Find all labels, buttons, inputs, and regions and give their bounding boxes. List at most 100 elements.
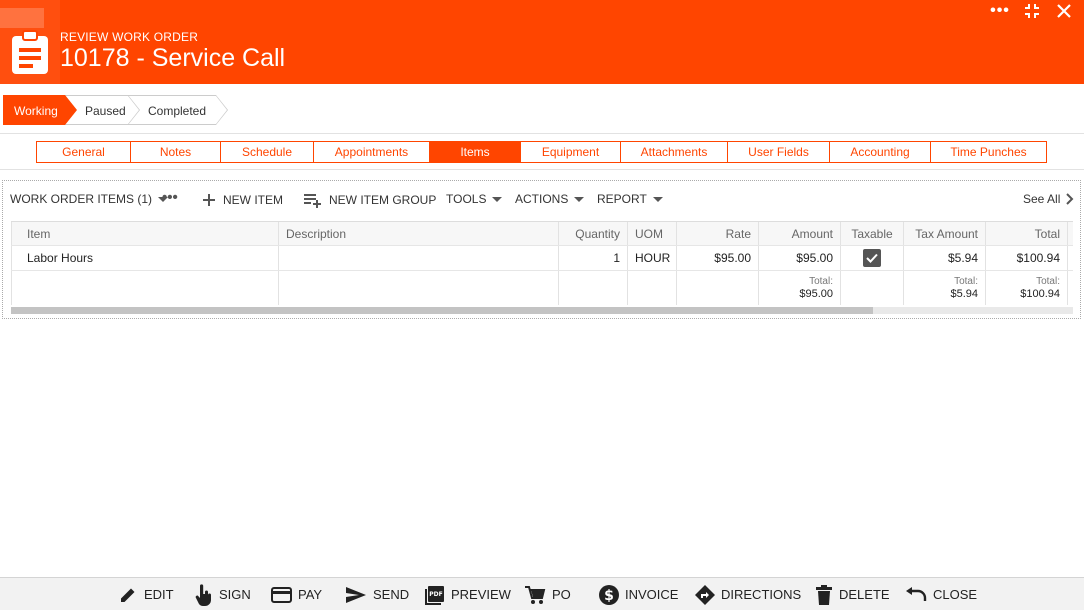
horizontal-scrollbar[interactable] xyxy=(11,307,1073,314)
table-row[interactable]: Labor Hours 1 HOUR $95.00 $95.00 $5.94 $… xyxy=(11,246,1073,271)
tools-dropdown[interactable]: TOOLS xyxy=(446,192,503,206)
col-tax-amount[interactable]: Tax Amount xyxy=(903,222,985,245)
directions-icon xyxy=(695,584,715,605)
tab-general[interactable]: General xyxy=(37,142,130,162)
tools-label: TOOLS xyxy=(446,192,487,206)
send-button[interactable]: SEND xyxy=(345,578,409,611)
col-rate[interactable]: Rate xyxy=(676,222,758,245)
shrink-icon[interactable] xyxy=(1018,0,1046,22)
col-item[interactable]: Item xyxy=(11,222,278,245)
pay-button[interactable]: PAY xyxy=(271,578,322,611)
totals-empty xyxy=(11,271,278,305)
trash-icon xyxy=(816,584,832,605)
svg-text:PDF: PDF xyxy=(429,591,442,598)
new-item-label: NEW ITEM xyxy=(223,193,283,207)
cell-rate: $95.00 xyxy=(676,246,758,270)
see-all-link[interactable]: See All xyxy=(1023,192,1074,206)
chevron-right-icon xyxy=(1066,193,1074,205)
col-taxable[interactable]: Taxable xyxy=(840,222,903,245)
clipboard-icon xyxy=(12,30,48,74)
scrollbar-thumb[interactable] xyxy=(11,307,873,314)
edit-label: EDIT xyxy=(144,587,174,602)
tab-attachments[interactable]: Attachments xyxy=(620,142,727,162)
close-button[interactable]: CLOSE xyxy=(905,578,977,611)
plus-icon xyxy=(203,194,215,206)
col-total[interactable]: Total xyxy=(985,222,1068,245)
total-label: Total: xyxy=(954,276,978,287)
cell-amount: $95.00 xyxy=(758,246,840,270)
dollar-icon: $ xyxy=(599,584,619,605)
new-item-button[interactable]: NEW ITEM xyxy=(201,192,283,208)
po-button[interactable]: PO xyxy=(524,578,571,611)
items-table: Item Description Quantity UOM Rate Amoun… xyxy=(11,221,1073,305)
cell-uom: HOUR xyxy=(627,246,676,270)
cell-description xyxy=(278,246,558,270)
delete-button[interactable]: DELETE xyxy=(815,578,890,611)
sign-button[interactable]: SIGN xyxy=(195,578,251,611)
col-uom[interactable]: UOM xyxy=(627,222,676,245)
hand-pointer-icon xyxy=(195,583,211,606)
totals-empty xyxy=(676,271,758,305)
close-icon[interactable] xyxy=(1050,0,1078,22)
total-total-value: $100.94 xyxy=(1020,288,1060,300)
totals-empty xyxy=(558,271,627,305)
col-amount[interactable]: Amount xyxy=(758,222,840,245)
items-toolbar: WORK ORDER ITEMS (1) ••• NEW ITEM NEW IT… xyxy=(3,181,1080,217)
col-description[interactable]: Description xyxy=(278,222,558,245)
invoice-button[interactable]: $ INVOICE xyxy=(599,578,678,611)
section-label: WORK ORDER ITEMS (1) xyxy=(10,192,153,206)
delete-label: DELETE xyxy=(839,587,890,602)
more-icon[interactable]: ••• xyxy=(986,0,1014,22)
step-working[interactable]: Working xyxy=(3,95,77,125)
total-amount: Total: $95.00 xyxy=(758,271,840,305)
col-quantity[interactable]: Quantity xyxy=(558,222,627,245)
step-label: Completed xyxy=(148,104,207,118)
totals-empty xyxy=(840,271,903,305)
tab-user-fields[interactable]: User Fields xyxy=(727,142,829,162)
playlist-add-icon xyxy=(304,194,321,208)
edit-button[interactable]: EDIT xyxy=(118,578,174,611)
sign-label: SIGN xyxy=(219,587,251,602)
section-dropdown[interactable]: WORK ORDER ITEMS (1) xyxy=(10,192,169,206)
divider xyxy=(0,133,1084,134)
actions-label: ACTIONS xyxy=(515,192,569,206)
more-options-icon[interactable]: ••• xyxy=(162,189,178,206)
actions-dropdown[interactable]: ACTIONS xyxy=(515,192,585,206)
invoice-label: INVOICE xyxy=(625,587,679,602)
tab-schedule[interactable]: Schedule xyxy=(220,142,313,162)
report-label: REPORT xyxy=(597,192,647,206)
report-dropdown[interactable]: REPORT xyxy=(597,192,663,206)
cell-item: Labor Hours xyxy=(11,246,278,270)
close-label: CLOSE xyxy=(933,587,978,602)
caret-down-icon xyxy=(574,196,585,202)
step-completed[interactable]: Completed xyxy=(128,95,228,125)
see-all-label: See All xyxy=(1023,192,1061,206)
tab-equipment[interactable]: Equipment xyxy=(520,142,620,162)
tab-time-punches[interactable]: Time Punches xyxy=(930,142,1046,162)
tab-accounting[interactable]: Accounting xyxy=(829,142,930,162)
status-steps: Working Paused Completed xyxy=(3,95,228,125)
caret-down-icon xyxy=(652,196,663,202)
tab-appointments[interactable]: Appointments xyxy=(313,142,429,162)
pay-label: PAY xyxy=(298,587,323,602)
total-tax-amount: Total: $5.94 xyxy=(903,271,985,305)
step-label: Paused xyxy=(85,104,126,118)
totals-empty xyxy=(627,271,676,305)
pencil-icon xyxy=(121,588,135,602)
new-item-group-label: NEW ITEM GROUP xyxy=(329,193,437,207)
taxable-checkbox[interactable] xyxy=(863,249,881,267)
tab-items[interactable]: Items xyxy=(429,142,520,162)
check-icon xyxy=(866,253,878,263)
send-icon xyxy=(346,586,366,603)
preview-button[interactable]: PDF PREVIEW xyxy=(425,578,511,611)
new-item-group-button[interactable]: NEW ITEM GROUP xyxy=(303,192,436,208)
caret-down-icon xyxy=(492,196,503,202)
pdf-icon: PDF xyxy=(425,585,444,605)
cart-icon xyxy=(525,585,546,604)
credit-card-icon xyxy=(271,586,292,603)
directions-button[interactable]: DIRECTIONS xyxy=(695,578,801,611)
divider xyxy=(0,169,1084,170)
cell-total: $100.94 xyxy=(985,246,1068,270)
total-amount-value: $95.00 xyxy=(799,288,833,300)
tab-notes[interactable]: Notes xyxy=(130,142,220,162)
